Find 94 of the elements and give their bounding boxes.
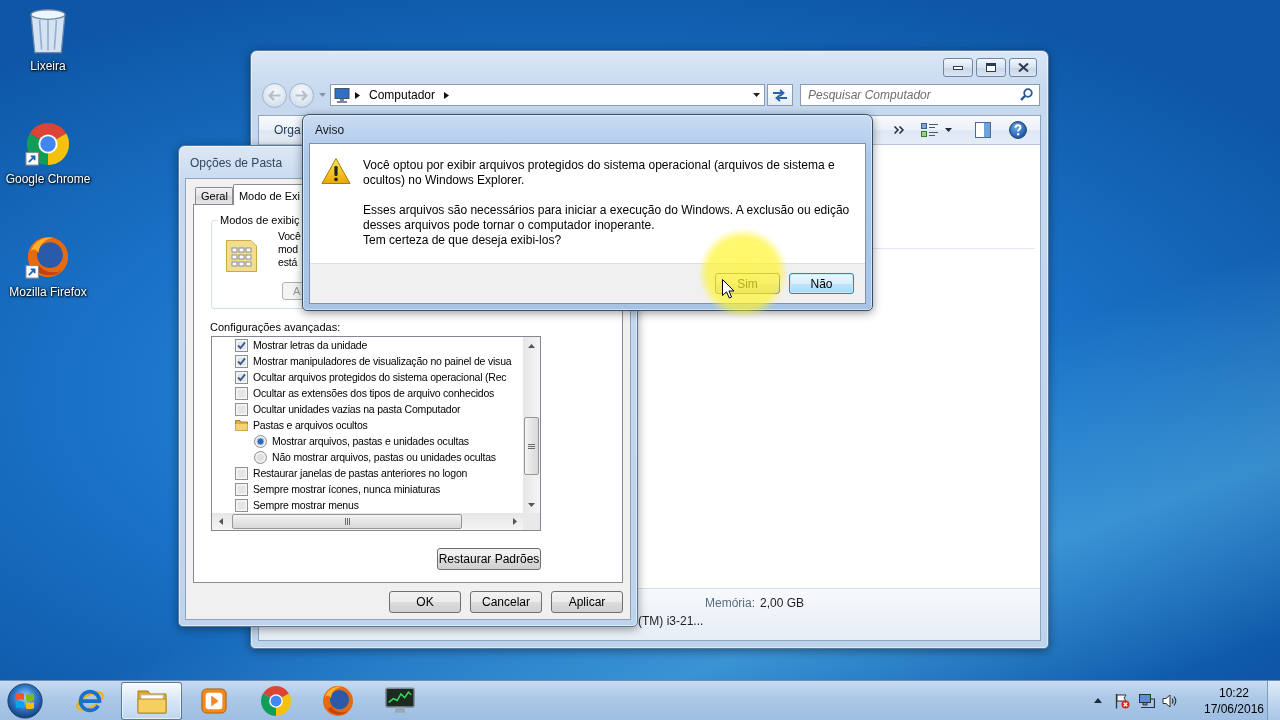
close-button[interactable] xyxy=(1009,58,1037,77)
dropdown-caret-icon[interactable] xyxy=(945,128,952,132)
checkbox[interactable] xyxy=(235,402,248,416)
property-value: (TM) i3-21... xyxy=(638,614,704,629)
checkbox[interactable] xyxy=(235,338,248,352)
refresh-icon xyxy=(772,88,788,102)
setting-label: Sempre mostrar menus xyxy=(253,498,359,512)
chrome-logo-icon[interactable] xyxy=(260,685,291,716)
checkbox[interactable] xyxy=(235,466,248,480)
vertical-scrollbar[interactable] xyxy=(523,337,540,513)
dialog-button[interactable]: Não xyxy=(789,273,854,294)
setting-label: Mostrar letras da unidade xyxy=(253,338,368,352)
setting-label: Mostrar arquivos, pastas e unidades ocultas xyxy=(272,434,469,448)
search-icon[interactable] xyxy=(1020,88,1033,101)
setting-label: Ocultar unidades vazias na pasta Computador xyxy=(253,402,461,416)
message-text: Você optou por exibir arquivos protegidos do sistema operacional (arquivos de sistema e ocultos) no Windows Explorer. xyxy=(363,158,836,188)
flag-icon[interactable] xyxy=(1114,692,1130,709)
address-bar[interactable]: Computador xyxy=(330,84,765,106)
property-label: Memória: xyxy=(705,596,755,611)
arrow-left-icon[interactable] xyxy=(218,518,223,525)
preview-pane-icon[interactable] xyxy=(975,122,991,138)
setting-label: Ocultar as extensões dos tipos de arquivo conhecidos xyxy=(253,386,495,400)
desktop-shortcut[interactable]: Google Chrome xyxy=(5,121,91,187)
close-icon xyxy=(1017,63,1029,72)
tab[interactable]: Geral xyxy=(195,187,233,204)
setting-label: Não mostrar arquivos, pastas ou unidades ocultas xyxy=(272,450,496,464)
help-icon[interactable] xyxy=(1009,121,1027,139)
firefox-logo-icon xyxy=(25,234,71,280)
arrow-right-icon[interactable] xyxy=(512,518,517,525)
dialog-button[interactable]: Aplicar xyxy=(551,591,623,613)
message-text: Esses arquivos são necessários para iniciar a execução do Windows. A exclusão ou edição desses arquivos pode tornar o computador inoperante. xyxy=(363,203,851,233)
checkbox[interactable] xyxy=(235,386,248,400)
computer-icon xyxy=(334,87,350,103)
checkbox[interactable] xyxy=(235,482,248,496)
monitor-chart-icon[interactable] xyxy=(384,687,415,714)
chevron-right-icon[interactable] xyxy=(444,91,450,99)
chevron-up-icon[interactable] xyxy=(1094,698,1102,703)
checkbox[interactable] xyxy=(235,370,248,384)
maximize-button[interactable] xyxy=(976,58,1006,77)
arrow-right-icon xyxy=(295,89,308,101)
property-value: 2,00 GB xyxy=(760,596,805,611)
window-title: Opções de Pasta xyxy=(190,156,283,170)
double-chevron-icon[interactable] xyxy=(894,126,904,134)
maximize-icon xyxy=(986,63,996,72)
setting-label: Restaurar janelas de pastas anteriores no logon xyxy=(253,466,468,480)
group-label: Modos de exibiç xyxy=(219,214,301,227)
radio-button[interactable] xyxy=(254,450,267,464)
play-icon[interactable] xyxy=(200,687,227,714)
warning-icon xyxy=(321,157,351,185)
search-field[interactable]: Pesquisar Computador xyxy=(800,84,1040,106)
radio-button[interactable] xyxy=(254,434,267,448)
network-icon[interactable] xyxy=(1139,692,1155,709)
firefox-logo-icon[interactable] xyxy=(322,685,353,716)
folder-icon xyxy=(235,419,248,431)
scrollbar-thumb[interactable] xyxy=(524,417,539,475)
dialog-button[interactable]: OK xyxy=(389,591,461,613)
arrow-down-icon[interactable] xyxy=(528,502,535,507)
dialog-button[interactable]: Cancelar xyxy=(470,591,542,613)
checkbox[interactable] xyxy=(235,498,248,512)
section-label: Configurações avançadas: xyxy=(210,321,342,334)
minimize-icon xyxy=(953,65,963,70)
restore-defaults-button[interactable]: Restaurar Padrões xyxy=(437,548,541,570)
description-text: Você mod está xyxy=(278,230,302,269)
breadcrumb-button[interactable]: Computador xyxy=(366,87,439,103)
setting-label: Ocultar arquivos protegidos do sistema operacional (Rec xyxy=(253,370,507,384)
arrow-up-icon[interactable] xyxy=(528,343,535,348)
chevron-right-icon[interactable] xyxy=(355,91,360,99)
clock-date[interactable]: 17/06/2016 xyxy=(1203,700,1265,717)
message-text: Tem certeza de que deseja exibi-los? xyxy=(363,233,563,248)
refresh-button[interactable] xyxy=(767,84,793,106)
setting-label: Pastas e arquivos ocultos xyxy=(253,418,368,432)
mouse-pointer-icon xyxy=(722,279,735,299)
start-button[interactable] xyxy=(7,682,43,719)
window-title: Aviso xyxy=(315,123,345,137)
dropdown-caret-icon[interactable] xyxy=(753,93,760,97)
scrollbar-thumb[interactable] xyxy=(232,514,462,529)
scrollbar-corner xyxy=(523,513,540,530)
folder-grid-icon xyxy=(225,239,258,273)
trash-bin-icon xyxy=(30,8,66,54)
chrome-logo-icon xyxy=(25,121,71,167)
desktop-shortcut[interactable]: Mozilla Firefox xyxy=(9,234,87,300)
horizontal-scrollbar[interactable] xyxy=(212,513,523,530)
minimize-button[interactable] xyxy=(943,58,973,77)
arrow-left-icon xyxy=(268,89,281,101)
folder-icon[interactable] xyxy=(136,687,167,714)
setting-label: Mostrar manipuladores de visualização no painel de visua xyxy=(253,354,512,368)
checkbox[interactable] xyxy=(235,354,248,368)
setting-label: Sempre mostrar ícones, nunca miniaturas xyxy=(253,482,441,496)
desktop-shortcut[interactable]: Lixeira xyxy=(30,8,66,74)
clock-time[interactable]: 10:22 xyxy=(1219,684,1249,701)
list-view-icon[interactable] xyxy=(921,122,939,138)
speaker-icon[interactable] xyxy=(1162,692,1178,709)
toolbar-menu-button[interactable]: Orga xyxy=(274,122,301,138)
taskbar-button[interactable] xyxy=(121,681,182,720)
